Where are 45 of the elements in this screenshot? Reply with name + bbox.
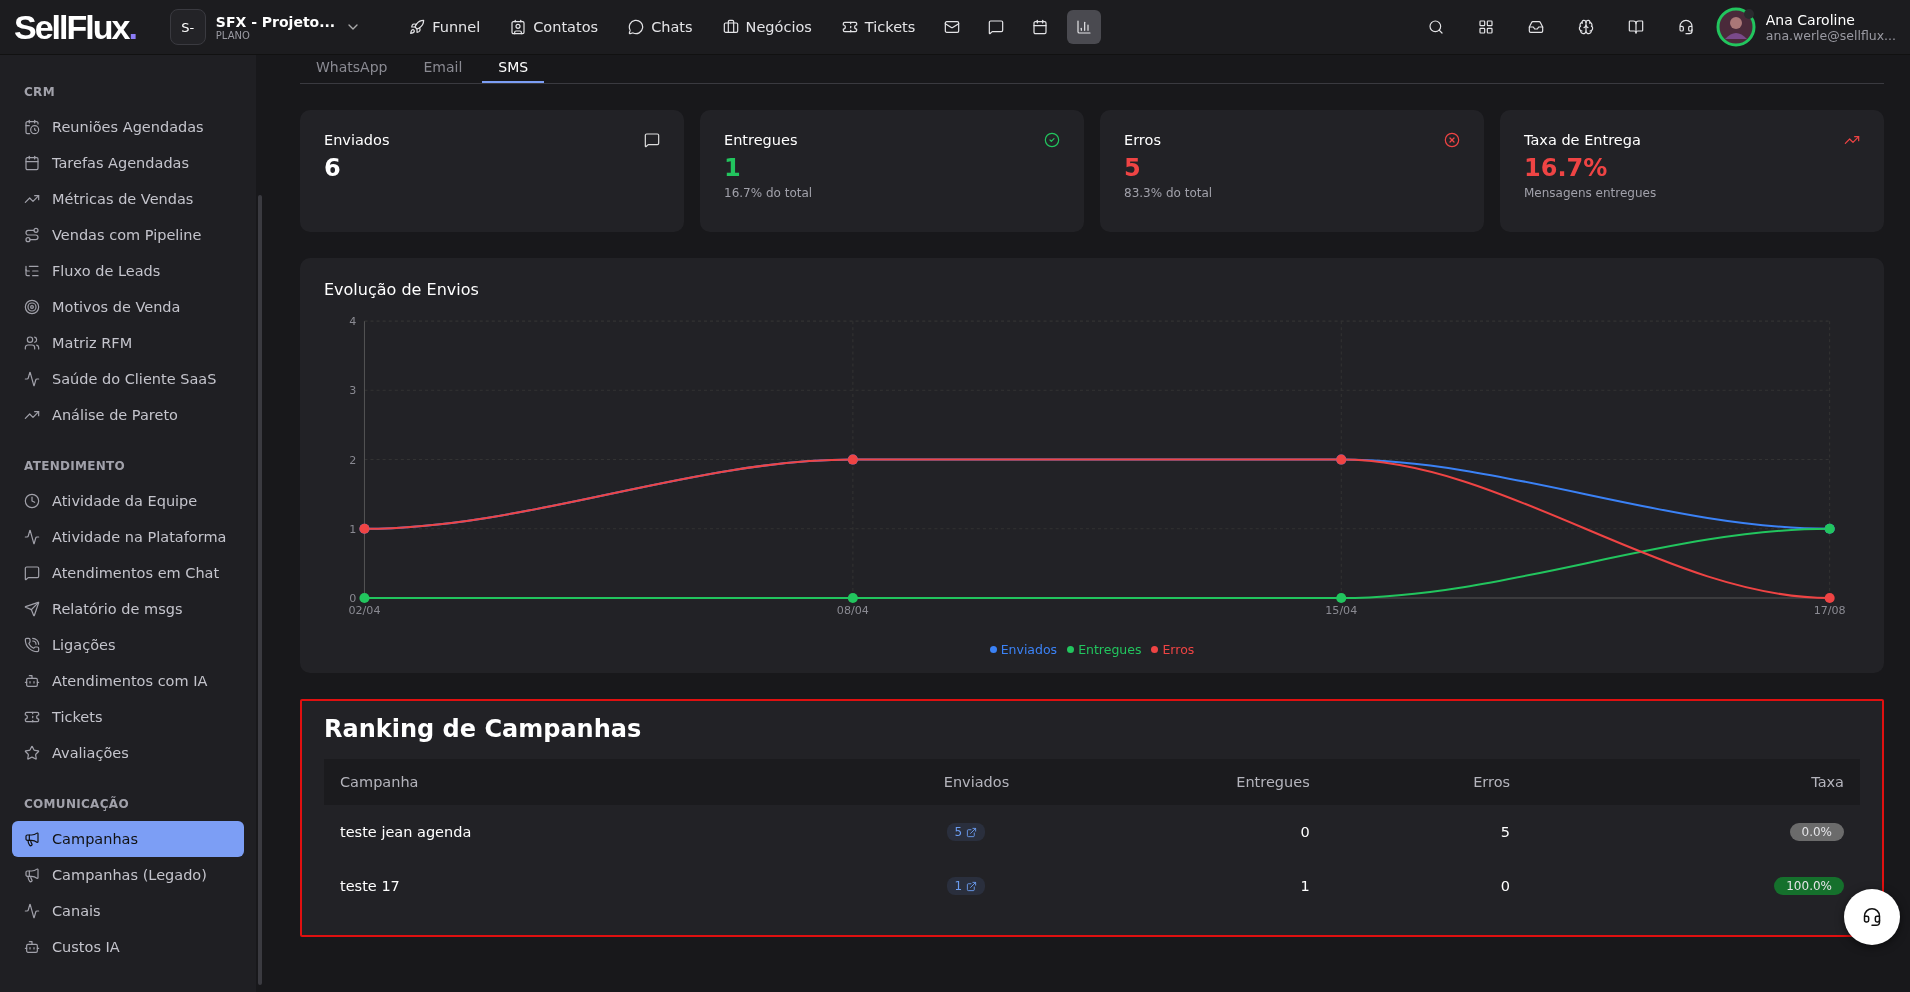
section-heading: CRM xyxy=(23,84,56,101)
legend-label: Erros xyxy=(1162,642,1195,658)
section-heading: COMUNICAÇÃO xyxy=(23,795,130,813)
column-header: Entregues xyxy=(1025,759,1326,806)
stat-value: 16.7% xyxy=(1524,154,1609,182)
legend-label: Entregues xyxy=(1078,642,1142,658)
stat-value: 5 xyxy=(1124,154,1142,182)
stat-title: Enviados xyxy=(324,132,390,148)
axis-tick-label: 4 xyxy=(349,315,357,329)
user-email: ana.werle@sellflux... xyxy=(1765,27,1896,43)
axis-tick-label: 02/04 xyxy=(348,604,381,618)
table-cell-text: 0 xyxy=(1499,877,1512,897)
legend-label: Enviados xyxy=(1000,642,1058,658)
column-header: Taxa xyxy=(1526,759,1860,806)
stat-value: 6 xyxy=(324,154,342,182)
table-cell-text: teste jean agenda xyxy=(339,823,473,843)
column-header: Campanha xyxy=(324,759,792,806)
axis-tick-label: 1 xyxy=(349,522,357,536)
axis-tick-label: 2 xyxy=(349,453,357,467)
table-cell-text: 0 xyxy=(1299,823,1311,843)
workspace-plan: PLANO xyxy=(215,29,251,41)
stat-caption: 16.7% do total xyxy=(724,186,814,200)
axis-tick-label: 0 xyxy=(349,592,357,606)
table-cell-text: teste 17 xyxy=(339,877,401,897)
rate-badge: 100.0% xyxy=(1774,877,1844,896)
rate-badge: 0.0% xyxy=(1789,823,1844,842)
section-heading: ATENDIMENTO xyxy=(23,458,127,475)
user-name: Ana Caroline xyxy=(1765,11,1856,28)
stat-value: 1 xyxy=(724,154,742,182)
stat-title: Erros xyxy=(1124,132,1161,148)
axis-tick-label: 17/08 xyxy=(1813,604,1846,618)
axis-tick-label: 3 xyxy=(349,384,357,398)
stat-title: Entregues xyxy=(724,132,798,148)
axis-tick-label: 08/04 xyxy=(836,604,869,618)
chart-title: Evolução de Envios xyxy=(324,280,480,299)
stat-caption: 83.3% do total xyxy=(1124,186,1214,200)
axis-tick-label: 15/04 xyxy=(1325,604,1358,618)
table-cell-text: 5 xyxy=(1499,823,1512,843)
table-cell-text: 1 xyxy=(1299,877,1311,897)
stat-title: Taxa de Entrega xyxy=(1524,132,1641,148)
stat-caption: Mensagens entregues xyxy=(1524,186,1658,200)
column-header: Erros xyxy=(1325,759,1527,806)
workspace-badge: S- xyxy=(169,9,206,45)
section-title: Ranking de Campanhas xyxy=(324,715,643,744)
column-header: Enviados xyxy=(791,759,1026,806)
